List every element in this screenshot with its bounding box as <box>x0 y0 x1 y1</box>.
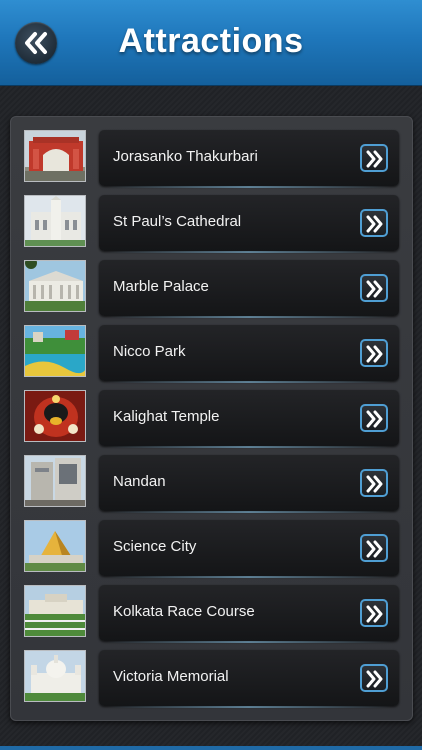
attraction-thumbnail <box>24 650 86 702</box>
list-item[interactable]: Kolkata Race Course <box>24 585 400 643</box>
attraction-thumbnail <box>24 455 86 507</box>
list-item-bar[interactable]: Nandan <box>99 455 399 513</box>
attraction-list: Jorasanko Thakurbari St Paul’s Cathedral… <box>10 116 413 721</box>
attraction-thumbnail <box>24 520 86 572</box>
go-button[interactable] <box>360 144 388 172</box>
header-bar: Attractions <box>0 0 422 86</box>
double-chevron-right-icon <box>366 410 383 428</box>
list-item-label: Kalighat Temple <box>113 408 220 425</box>
list-item-bar[interactable]: Nicco Park <box>99 325 399 383</box>
bottom-accent-strip <box>0 746 422 750</box>
list-item-bar[interactable]: St Paul’s Cathedral <box>99 195 399 253</box>
double-chevron-right-icon <box>366 215 383 233</box>
double-chevron-right-icon <box>366 150 383 168</box>
list-item-bar[interactable]: Victoria Memorial <box>99 650 399 708</box>
attraction-thumbnail <box>24 260 86 312</box>
double-chevron-right-icon <box>366 605 383 623</box>
list-item-bar[interactable]: Kalighat Temple <box>99 390 399 448</box>
list-item-bar[interactable]: Jorasanko Thakurbari <box>99 130 399 188</box>
list-item-label: Science City <box>113 538 197 555</box>
list-item-label: Marble Palace <box>113 278 209 295</box>
go-button[interactable] <box>360 339 388 367</box>
list-item-label: Kolkata Race Course <box>113 603 255 620</box>
attraction-thumbnail <box>24 195 86 247</box>
attraction-thumbnail <box>24 585 86 637</box>
list-item-label: Nicco Park <box>113 343 186 360</box>
double-chevron-right-icon <box>366 540 383 558</box>
list-item[interactable]: Victoria Memorial <box>24 650 400 708</box>
go-button[interactable] <box>360 534 388 562</box>
list-item[interactable]: St Paul’s Cathedral <box>24 195 400 253</box>
go-button[interactable] <box>360 469 388 497</box>
list-item-bar[interactable]: Science City <box>99 520 399 578</box>
double-chevron-right-icon <box>366 670 383 688</box>
double-chevron-right-icon <box>366 475 383 493</box>
attraction-thumbnail <box>24 325 86 377</box>
list-item[interactable]: Nandan <box>24 455 400 513</box>
list-item[interactable]: Nicco Park <box>24 325 400 383</box>
list-item[interactable]: Science City <box>24 520 400 578</box>
list-item[interactable]: Jorasanko Thakurbari <box>24 130 400 188</box>
double-chevron-right-icon <box>366 345 383 363</box>
list-item[interactable]: Kalighat Temple <box>24 390 400 448</box>
go-button[interactable] <box>360 404 388 432</box>
page-title: Attractions <box>118 22 304 60</box>
double-chevron-right-icon <box>366 280 383 298</box>
list-item-label: Victoria Memorial <box>113 668 229 685</box>
attraction-thumbnail <box>24 390 86 442</box>
list-item-label: Jorasanko Thakurbari <box>113 148 258 165</box>
list-item-label: St Paul’s Cathedral <box>113 213 242 230</box>
go-button[interactable] <box>360 599 388 627</box>
attraction-thumbnail <box>24 130 86 182</box>
go-button[interactable] <box>360 664 388 692</box>
list-item[interactable]: Marble Palace <box>24 260 400 318</box>
list-item-bar[interactable]: Marble Palace <box>99 260 399 318</box>
go-button[interactable] <box>360 274 388 302</box>
go-button[interactable] <box>360 209 388 237</box>
list-item-bar[interactable]: Kolkata Race Course <box>99 585 399 643</box>
list-item-label: Nandan <box>113 473 166 490</box>
